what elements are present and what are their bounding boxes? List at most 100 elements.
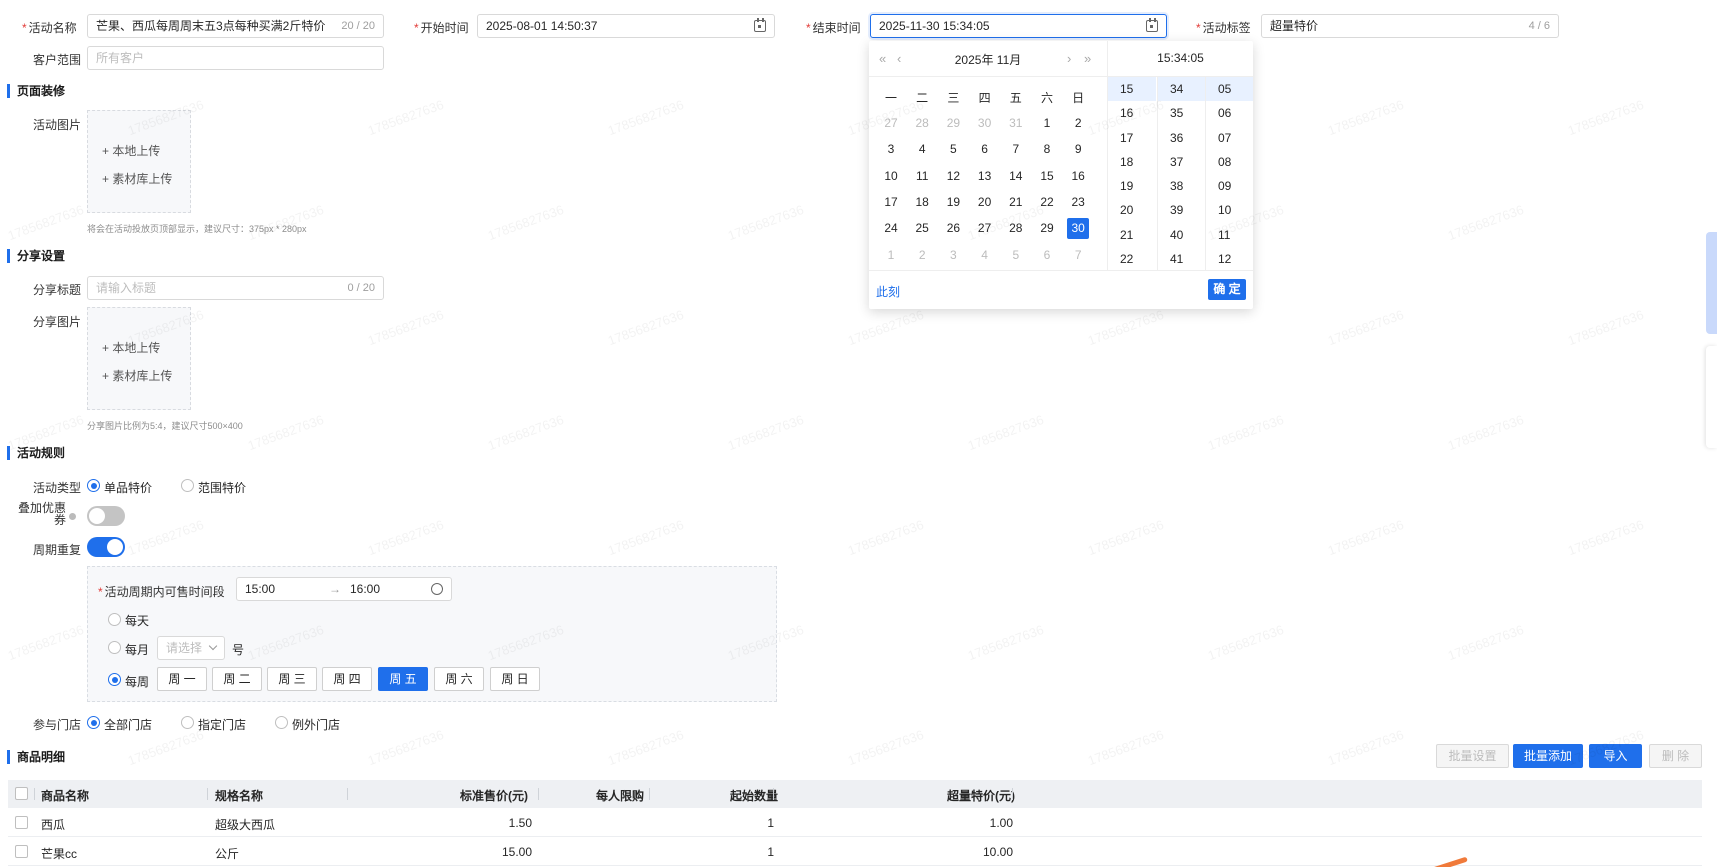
- day-cell[interactable]: 11: [911, 166, 933, 187]
- day-cell[interactable]: 5: [1005, 245, 1027, 266]
- day-cell[interactable]: 30: [974, 113, 996, 134]
- repeat-switch[interactable]: [87, 537, 125, 557]
- next-year-button[interactable]: »: [1084, 51, 1091, 66]
- day-cell[interactable]: 6: [1036, 245, 1058, 266]
- day-cell[interactable]: 24: [880, 218, 902, 239]
- day-cell[interactable]: 21: [1005, 192, 1027, 213]
- day-cell[interactable]: 4: [911, 139, 933, 160]
- second-option[interactable]: 08: [1206, 150, 1253, 174]
- second-column[interactable]: 05 06 07 08 09 10 11 12: [1205, 77, 1253, 270]
- day-cell[interactable]: 13: [974, 166, 996, 187]
- day-cell[interactable]: 18: [911, 192, 933, 213]
- minute-option[interactable]: 36: [1158, 126, 1205, 150]
- day-cell[interactable]: 5: [942, 139, 964, 160]
- hour-option[interactable]: 18: [1108, 150, 1156, 174]
- second-option[interactable]: 11: [1206, 223, 1253, 247]
- weekday-button[interactable]: 周 四: [322, 667, 372, 691]
- day-cell[interactable]: 23: [1067, 192, 1089, 213]
- day-cell[interactable]: 3: [942, 245, 964, 266]
- end-time-input[interactable]: 2025-11-30 15:34:05: [870, 14, 1167, 38]
- day-cell[interactable]: 12: [942, 166, 964, 187]
- weekday-button[interactable]: 周 一: [157, 667, 207, 691]
- hour-option[interactable]: 15: [1108, 77, 1156, 102]
- day-cell[interactable]: 27: [880, 113, 902, 134]
- tag-input[interactable]: 超量特价 4 / 6: [1261, 14, 1559, 38]
- second-option[interactable]: 12: [1206, 247, 1253, 270]
- calendar-icon[interactable]: [1146, 18, 1158, 32]
- day-cell[interactable]: 10: [880, 166, 902, 187]
- weekday-button[interactable]: 周 日: [490, 667, 540, 691]
- side-float-panel[interactable]: [1706, 232, 1717, 334]
- weekday-button[interactable]: 周 二: [212, 667, 262, 691]
- day-cell[interactable]: 29: [942, 113, 964, 134]
- second-option[interactable]: 05: [1206, 77, 1253, 102]
- day-cell[interactable]: 26: [942, 218, 964, 239]
- stores-all-radio[interactable]: [87, 716, 100, 729]
- hour-option[interactable]: 21: [1108, 223, 1156, 247]
- weekly-radio[interactable]: [108, 673, 121, 686]
- day-cell[interactable]: 20: [974, 192, 996, 213]
- period-range-input[interactable]: 15:00 → 16:00: [236, 577, 452, 601]
- row-checkbox[interactable]: [15, 845, 28, 858]
- stores-except-radio[interactable]: [275, 716, 288, 729]
- help-icon[interactable]: [69, 513, 76, 520]
- table-row[interactable]: 西瓜 超级大西瓜 1.50 1 1.00: [8, 808, 1702, 837]
- stores-specified-radio[interactable]: [181, 716, 194, 729]
- day-cell[interactable]: 19: [942, 192, 964, 213]
- delete-button[interactable]: 删 除: [1649, 744, 1702, 768]
- day-cell[interactable]: 2: [1067, 113, 1089, 134]
- row-checkbox[interactable]: [15, 816, 28, 829]
- weekday-button[interactable]: 周 六: [434, 667, 484, 691]
- confirm-button[interactable]: 确 定: [1208, 279, 1246, 300]
- second-option[interactable]: 10: [1206, 198, 1253, 222]
- hour-option[interactable]: 20: [1108, 198, 1156, 222]
- day-cell[interactable]: 16: [1067, 166, 1089, 187]
- day-cell[interactable]: 2: [911, 245, 933, 266]
- minute-option[interactable]: 38: [1158, 174, 1205, 198]
- day-cell[interactable]: 6: [974, 139, 996, 160]
- day-cell[interactable]: 14: [1005, 166, 1027, 187]
- batch-add-button[interactable]: 批量添加: [1513, 744, 1583, 768]
- upload-library-button[interactable]: + 素材库上传: [102, 170, 172, 187]
- share-title-input[interactable]: 请输入标题 0 / 20: [87, 276, 384, 300]
- second-option[interactable]: 09: [1206, 174, 1253, 198]
- minute-option[interactable]: 41: [1158, 247, 1205, 270]
- day-cell[interactable]: 31: [1005, 113, 1027, 134]
- activity-name-input[interactable]: 芒果、西瓜每周周末五3点每种买满2斤特价 20 / 20: [87, 14, 384, 38]
- hour-option[interactable]: 17: [1108, 126, 1156, 150]
- import-button[interactable]: 导入: [1589, 744, 1642, 768]
- upload-library-button[interactable]: + 素材库上传: [102, 367, 172, 384]
- side-float-tab[interactable]: [1706, 346, 1717, 448]
- hour-option[interactable]: 16: [1108, 101, 1156, 125]
- hour-option[interactable]: 22: [1108, 247, 1156, 270]
- day-cell[interactable]: 17: [880, 192, 902, 213]
- day-cell[interactable]: 15: [1036, 166, 1058, 187]
- day-cell[interactable]: 7: [1005, 139, 1027, 160]
- day-cell[interactable]: 1: [1036, 113, 1058, 134]
- clock-icon[interactable]: [431, 583, 443, 595]
- hour-option[interactable]: 19: [1108, 174, 1156, 198]
- calendar-icon[interactable]: [754, 18, 766, 32]
- monthly-day-select[interactable]: 请选择: [157, 636, 225, 660]
- day-cell[interactable]: 8: [1036, 139, 1058, 160]
- minute-option[interactable]: 35: [1158, 101, 1205, 125]
- next-month-button[interactable]: ›: [1067, 51, 1071, 66]
- day-cell-selected[interactable]: 30: [1067, 218, 1090, 240]
- day-cell[interactable]: 28: [911, 113, 933, 134]
- minute-option[interactable]: 34: [1158, 77, 1205, 102]
- minute-option[interactable]: 37: [1158, 150, 1205, 174]
- second-option[interactable]: 07: [1206, 126, 1253, 150]
- weekday-button[interactable]: 周 三: [267, 667, 317, 691]
- minute-option[interactable]: 39: [1158, 198, 1205, 222]
- day-cell[interactable]: 27: [974, 218, 996, 239]
- minute-column[interactable]: 34 35 36 37 38 39 40 41: [1157, 77, 1205, 270]
- day-cell[interactable]: 4: [974, 245, 996, 266]
- day-cell[interactable]: 29: [1036, 218, 1058, 239]
- monthly-radio[interactable]: [108, 641, 121, 654]
- day-cell[interactable]: 7: [1067, 245, 1089, 266]
- day-cell[interactable]: 3: [880, 139, 902, 160]
- minute-option[interactable]: 40: [1158, 223, 1205, 247]
- day-cell[interactable]: 28: [1005, 218, 1027, 239]
- batch-setting-button[interactable]: 批量设置: [1436, 744, 1509, 768]
- second-option[interactable]: 06: [1206, 101, 1253, 125]
